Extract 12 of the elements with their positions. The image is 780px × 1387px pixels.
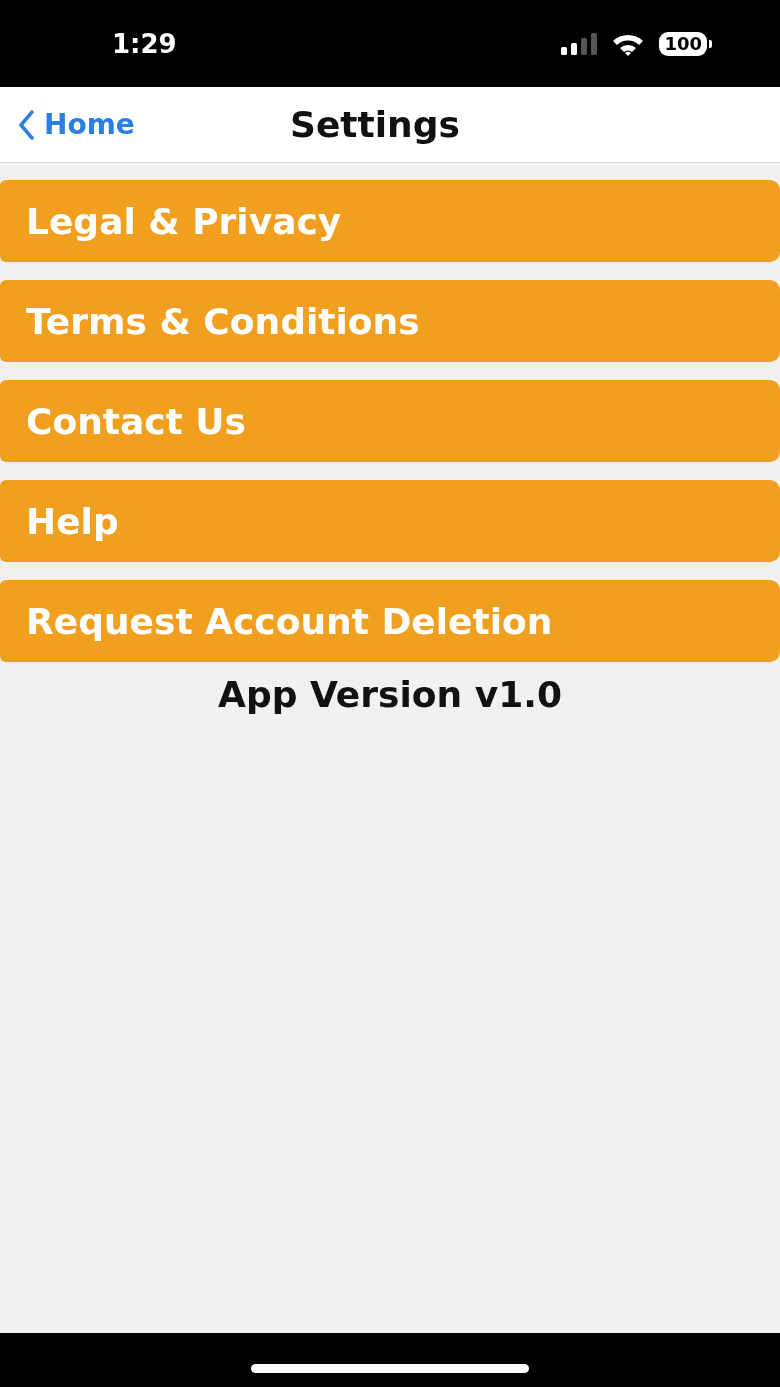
screen-title: Settings (290, 104, 460, 145)
clock-time: 1:29 (112, 28, 177, 59)
signal-icon (561, 32, 598, 55)
menu-button[interactable]: Terms & Conditions (0, 280, 780, 362)
back-button[interactable]: Home (0, 108, 135, 141)
menu-button[interactable]: Contact Us (0, 380, 780, 462)
back-chevron-icon (18, 109, 34, 140)
battery-level: 100 (659, 31, 707, 56)
menu-button[interactable]: Legal & Privacy (0, 180, 780, 262)
version-text: App Version v1.0 (218, 674, 562, 715)
menu-button[interactable]: Help (0, 480, 780, 562)
menu-button[interactable]: Request Account Deletion (0, 580, 780, 662)
